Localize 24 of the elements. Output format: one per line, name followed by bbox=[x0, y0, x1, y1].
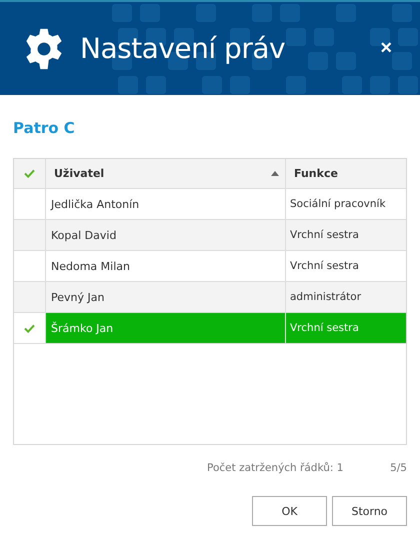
checkmark-icon bbox=[24, 324, 35, 332]
dialog-button[interactable]: OK bbox=[252, 496, 327, 526]
table-cell-text: Vrchní sestra bbox=[289, 228, 360, 243]
sort-ascending-icon bbox=[271, 171, 279, 176]
section-title: Patro C bbox=[13, 119, 76, 139]
window-title: Nastavení práv bbox=[80, 32, 286, 65]
table-cell: Vrchní sestra bbox=[286, 313, 406, 343]
table-cell: Pevný Jan bbox=[46, 282, 286, 312]
table-cell: Jedlička Antonín bbox=[46, 189, 286, 219]
table-cell: Nedoma Milan bbox=[46, 251, 286, 281]
dialog-button[interactable]: Storno bbox=[332, 496, 407, 526]
close-button[interactable]: × bbox=[374, 37, 398, 60]
column-label: Uživatel bbox=[54, 167, 104, 180]
table-cell-text: Vrchní sestra bbox=[289, 259, 360, 274]
pager-count: 5/5 bbox=[390, 462, 407, 474]
column-header[interactable]: Uživatel bbox=[46, 159, 286, 188]
column-label: Funkce bbox=[294, 167, 338, 180]
table-cell: Kopal David bbox=[46, 220, 286, 250]
checked-count: Počet zatržených řádků: 1 bbox=[207, 462, 344, 474]
table-cell: Šrámko Jan bbox=[46, 313, 286, 343]
table-cell-text: administrátor bbox=[289, 290, 362, 305]
column-header[interactable]: Funkce bbox=[286, 159, 406, 188]
table-cell-text: Sociální pracovník bbox=[289, 197, 387, 212]
checkmark-icon bbox=[24, 169, 35, 178]
